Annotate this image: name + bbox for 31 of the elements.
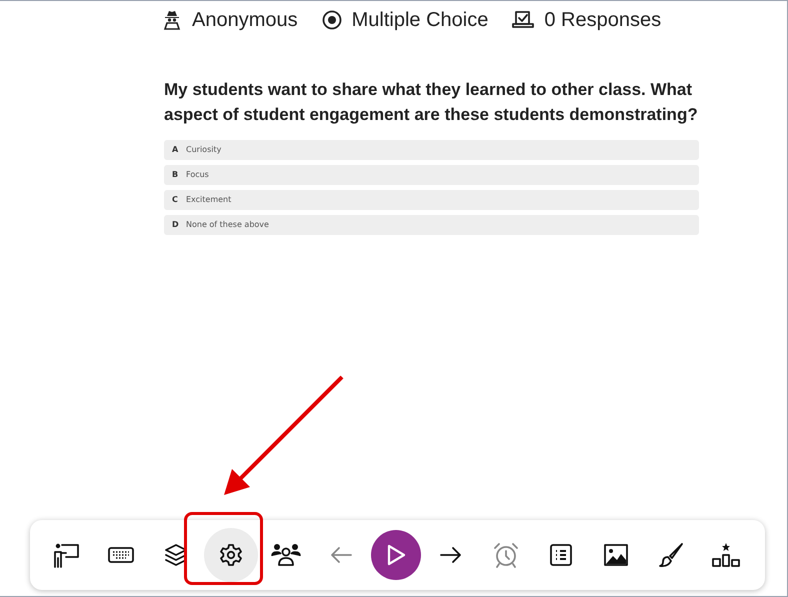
radio-icon <box>322 10 342 30</box>
option-letter: D <box>172 219 178 231</box>
info-label: 0 Responses <box>544 8 662 33</box>
answer-option[interactable]: D None of these above <box>164 215 699 235</box>
play-icon <box>386 544 406 566</box>
settings-icon <box>218 543 242 567</box>
option-text: None of these above <box>186 219 269 231</box>
info-label: Anonymous <box>192 8 298 33</box>
answer-option[interactable]: A Curiosity <box>164 140 699 160</box>
checkbox-laptop-icon <box>512 10 534 30</box>
option-text: Curiosity <box>186 144 222 156</box>
option-text: Excitement <box>186 194 232 206</box>
spy-icon <box>162 10 182 30</box>
info-label: Multiple Choice <box>352 8 488 33</box>
question-text: My students want to share what they learned to other class. What aspect of student engagement are these students demonstrating? <box>164 79 699 126</box>
image-icon <box>604 544 628 566</box>
answer-option[interactable]: B Focus <box>164 165 699 185</box>
podium-icon <box>710 542 740 568</box>
option-letter: B <box>172 169 178 181</box>
list-icon <box>550 544 572 566</box>
presenter-icon <box>52 542 80 568</box>
option-letter: C <box>172 194 178 206</box>
alarm-clock-icon <box>492 542 518 568</box>
arrow-right-icon <box>438 545 462 565</box>
option-text: Focus <box>186 169 209 181</box>
arrow-left-icon <box>328 545 352 565</box>
answer-option[interactable]: C Excitement <box>164 190 699 210</box>
keyboard-icon <box>108 546 134 564</box>
people-icon <box>270 543 300 567</box>
option-letter: A <box>172 144 178 156</box>
paintbrush-icon <box>658 542 684 568</box>
